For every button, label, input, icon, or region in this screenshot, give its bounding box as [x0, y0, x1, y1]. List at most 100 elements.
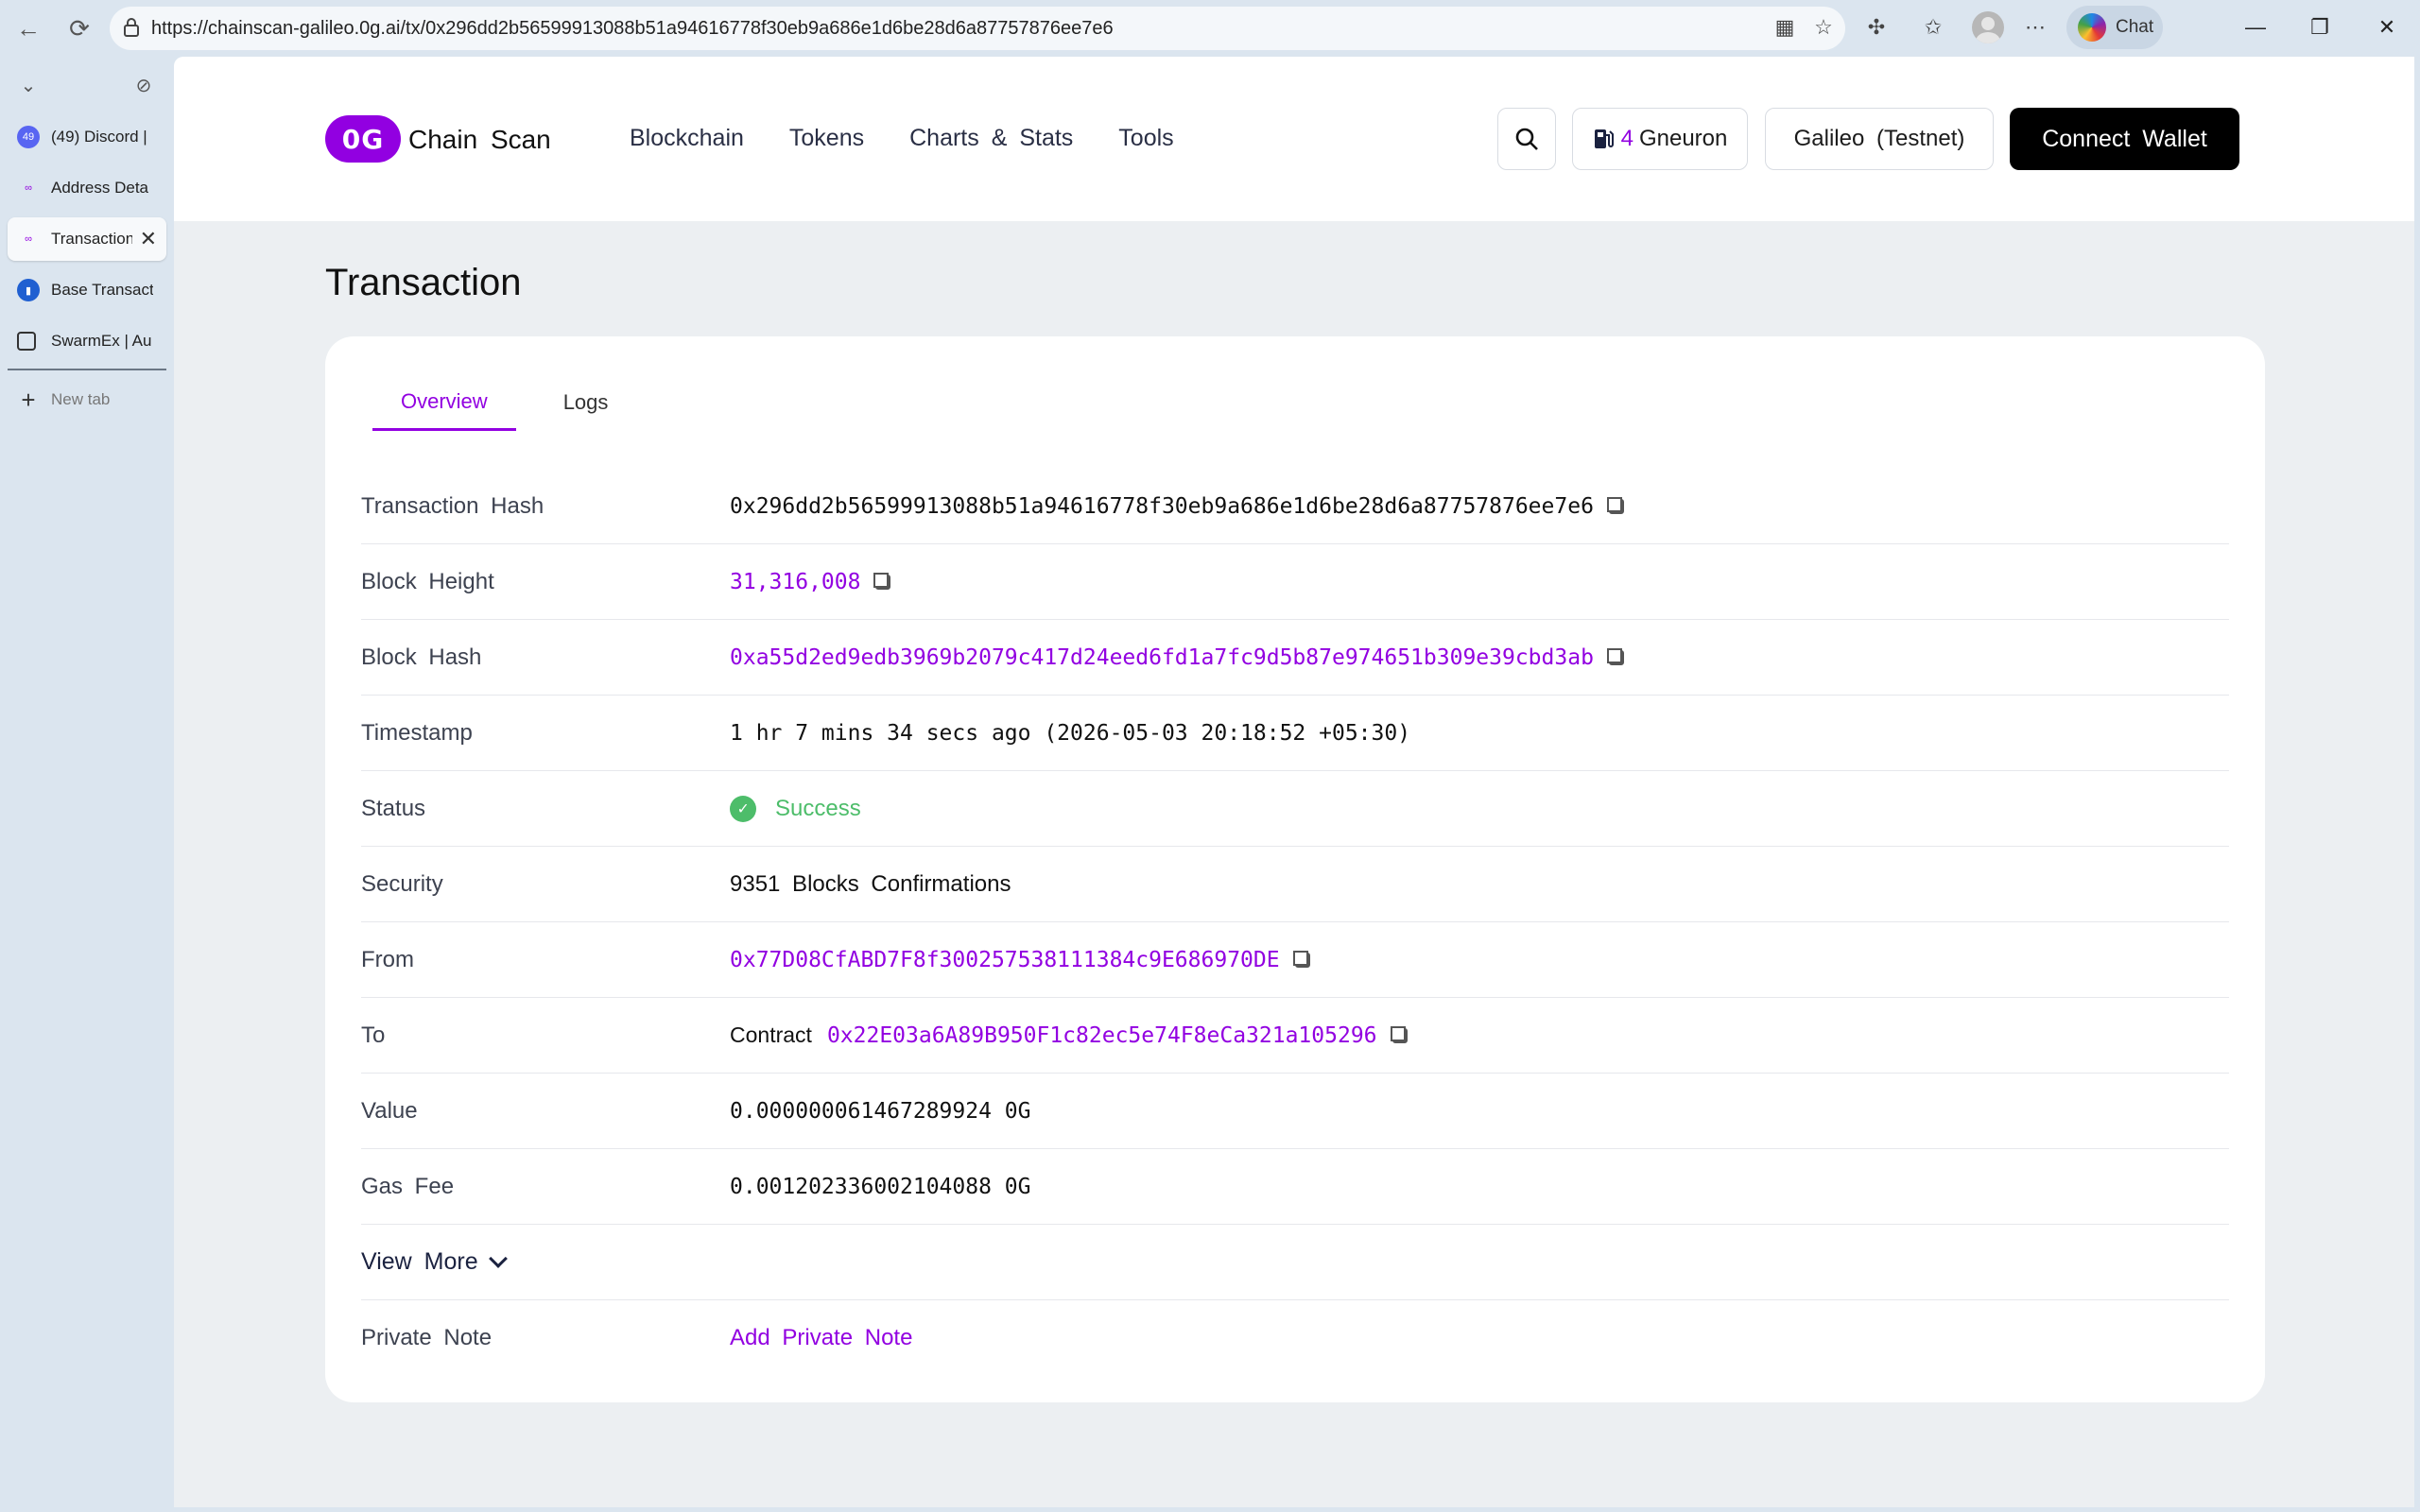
row-block-hash: Block Hash 0xa55d2ed9edb3969b2079c417d24… — [361, 620, 2229, 696]
lock-icon — [124, 18, 139, 37]
browser-toolbar: ← ⟳ https://chainscan-galileo.0g.ai/tx/0… — [0, 0, 2420, 57]
restore-icon[interactable]: ❐ — [2301, 13, 2339, 42]
from-address-link[interactable]: 0x77D08CfABD7F8f300257538111384c9E686970… — [730, 948, 1280, 972]
transaction-card: Overview Logs Transaction Hash 0x296dd2b… — [325, 336, 2265, 1402]
basescan-icon: ▮ — [17, 279, 40, 301]
network-selector[interactable]: Galileo (Testnet) — [1765, 108, 1994, 170]
plus-icon: + — [21, 385, 36, 414]
tab-discord[interactable]: 49 (49) Discord | — [8, 115, 166, 159]
security-value: 9351 Blocks Confirmations — [730, 870, 1011, 897]
nav-charts-stats[interactable]: Charts & Stats — [909, 125, 1073, 152]
vertical-tab-strip: ⌄ ⊘ 49 (49) Discord | ∞ Address Deta ∞ T… — [0, 57, 174, 1512]
row-timestamp: Timestamp 1 hr 7 mins 34 secs ago (2026-… — [361, 696, 2229, 771]
close-tab-icon[interactable]: ✕ — [140, 227, 157, 251]
copy-icon[interactable] — [1608, 649, 1624, 665]
app-view-icon[interactable]: ▦ — [1771, 13, 1799, 42]
to-value: Contract 0x22E03a6A89B950F1c82ec5e74F8eC… — [730, 1022, 1408, 1048]
new-tab-button[interactable]: + New tab — [8, 378, 166, 421]
row-value: Value 0.000000061467289924 0G — [361, 1074, 2229, 1149]
block-hash-label: Block Hash — [361, 644, 482, 670]
detail-tabs: Overview Logs — [372, 374, 636, 431]
tab-label: Base Transact — [51, 281, 153, 299]
to-address-link[interactable]: 0x22E03a6A89B950F1c82ec5e74F8eCa321a1052… — [827, 1023, 1377, 1048]
view-more-button[interactable]: View More — [361, 1248, 508, 1276]
logo-text[interactable]: Chain Scan — [408, 125, 551, 155]
connect-wallet-button[interactable]: Connect Wallet — [2010, 108, 2239, 170]
private-note-label: Private Note — [361, 1325, 493, 1350]
chevron-down-icon — [488, 1248, 508, 1268]
search-icon — [1515, 128, 1538, 150]
favorite-star-icon[interactable]: ☆ — [1809, 13, 1838, 42]
page-title: Transaction — [325, 262, 522, 303]
tab-label: SwarmEx | Au — [51, 332, 152, 350]
tab-transaction[interactable]: ∞ Transaction ✕ — [8, 217, 166, 261]
main-nav: Blockchain Tokens Charts & Stats Tools — [630, 125, 1174, 152]
gas-price-button[interactable]: 4 Gneuron — [1572, 108, 1748, 170]
check-circle-icon: ✓ — [730, 795, 756, 822]
value-amount: 0.000000061467289924 0G — [730, 1098, 1031, 1124]
unpin-icon[interactable]: ⊘ — [127, 68, 161, 102]
block-hash-value: 0xa55d2ed9edb3969b2079c417d24eed6fd1a7fc… — [730, 645, 1624, 670]
status-label: Status — [361, 795, 426, 821]
close-window-icon[interactable]: ✕ — [2368, 13, 2406, 42]
copilot-icon — [2078, 13, 2106, 42]
gas-fee-label: Gas Fee — [361, 1173, 455, 1199]
swarmex-icon — [17, 332, 36, 351]
logo-mark[interactable]: 0G — [325, 115, 401, 163]
row-security: Security 9351 Blocks Confirmations — [361, 847, 2229, 922]
row-block-height: Block Height 31,316,008 — [361, 544, 2229, 620]
tab-label: Transaction — [51, 230, 132, 248]
status-badge: Success — [775, 795, 861, 821]
status-value: ✓ Success — [730, 795, 861, 822]
value-label: Value — [361, 1097, 418, 1124]
gas-value: 4 — [1620, 126, 1634, 151]
transaction-hash-value: 0x296dd2b56599913088b51a94616778f30eb9a6… — [730, 494, 1624, 519]
gas-fee-amount: 0.001202336002104088 0G — [730, 1174, 1031, 1199]
tab-divider — [8, 369, 166, 370]
search-button[interactable] — [1497, 108, 1556, 170]
row-view-more: View More — [361, 1225, 2229, 1300]
row-private-note: Private Note Add Private Note — [361, 1300, 2229, 1376]
discord-icon: 49 — [17, 126, 40, 148]
reload-icon[interactable]: ⟳ — [62, 11, 96, 45]
copy-icon[interactable] — [1608, 498, 1624, 514]
minimize-icon[interactable]: — — [2237, 13, 2274, 42]
block-hash-link[interactable]: 0xa55d2ed9edb3969b2079c417d24eed6fd1a7fc… — [730, 645, 1594, 670]
new-tab-label: New tab — [51, 390, 111, 408]
add-private-note-link[interactable]: Add Private Note — [730, 1325, 912, 1351]
0g-icon: ∞ — [25, 233, 32, 245]
from-label: From — [361, 946, 414, 972]
copy-icon[interactable] — [875, 574, 891, 590]
collapse-tabs-icon[interactable]: ⌄ — [11, 68, 45, 102]
tab-address-details[interactable]: ∞ Address Deta — [8, 166, 166, 210]
url-text: https://chainscan-galileo.0g.ai/tx/0x296… — [151, 17, 1114, 39]
transaction-hash-label: Transaction Hash — [361, 492, 544, 519]
nav-blockchain[interactable]: Blockchain — [630, 125, 744, 152]
nav-tokens[interactable]: Tokens — [789, 125, 864, 152]
tab-base-transaction[interactable]: ▮ Base Transact — [8, 268, 166, 312]
tab-logs[interactable]: Logs — [535, 374, 637, 431]
tab-label: (49) Discord | — [51, 128, 147, 146]
back-icon[interactable]: ← — [11, 11, 45, 45]
block-height-label: Block Height — [361, 568, 494, 594]
nav-tools[interactable]: Tools — [1118, 125, 1173, 152]
extensions-icon[interactable]: ✣ — [1862, 13, 1891, 42]
copy-icon[interactable] — [1392, 1027, 1408, 1043]
copilot-chat-button[interactable]: Chat — [2066, 6, 2163, 49]
tab-swarmex[interactable]: SwarmEx | Au — [8, 319, 166, 363]
0g-icon: ∞ — [25, 182, 32, 194]
gas-pump-icon — [1594, 129, 1614, 148]
tab-overview[interactable]: Overview — [372, 374, 516, 431]
address-bar[interactable]: https://chainscan-galileo.0g.ai/tx/0x296… — [110, 7, 1845, 50]
favorites-icon[interactable]: ✩ — [1919, 13, 1947, 42]
copy-icon[interactable] — [1294, 952, 1310, 968]
block-height-value: 31,316,008 — [730, 570, 891, 594]
more-menu-icon[interactable]: ⋯ — [2021, 13, 2049, 42]
tab-label: Address Deta — [51, 179, 148, 197]
from-value: 0x77D08CfABD7F8f300257538111384c9E686970… — [730, 948, 1310, 972]
to-label: To — [361, 1022, 386, 1048]
timestamp-value: 1 hr 7 mins 34 secs ago (2026-05-03 20:1… — [730, 720, 1411, 746]
profile-avatar[interactable] — [1972, 11, 2004, 43]
gas-unit: Gneuron — [1638, 126, 1728, 151]
block-height-link[interactable]: 31,316,008 — [730, 570, 860, 594]
